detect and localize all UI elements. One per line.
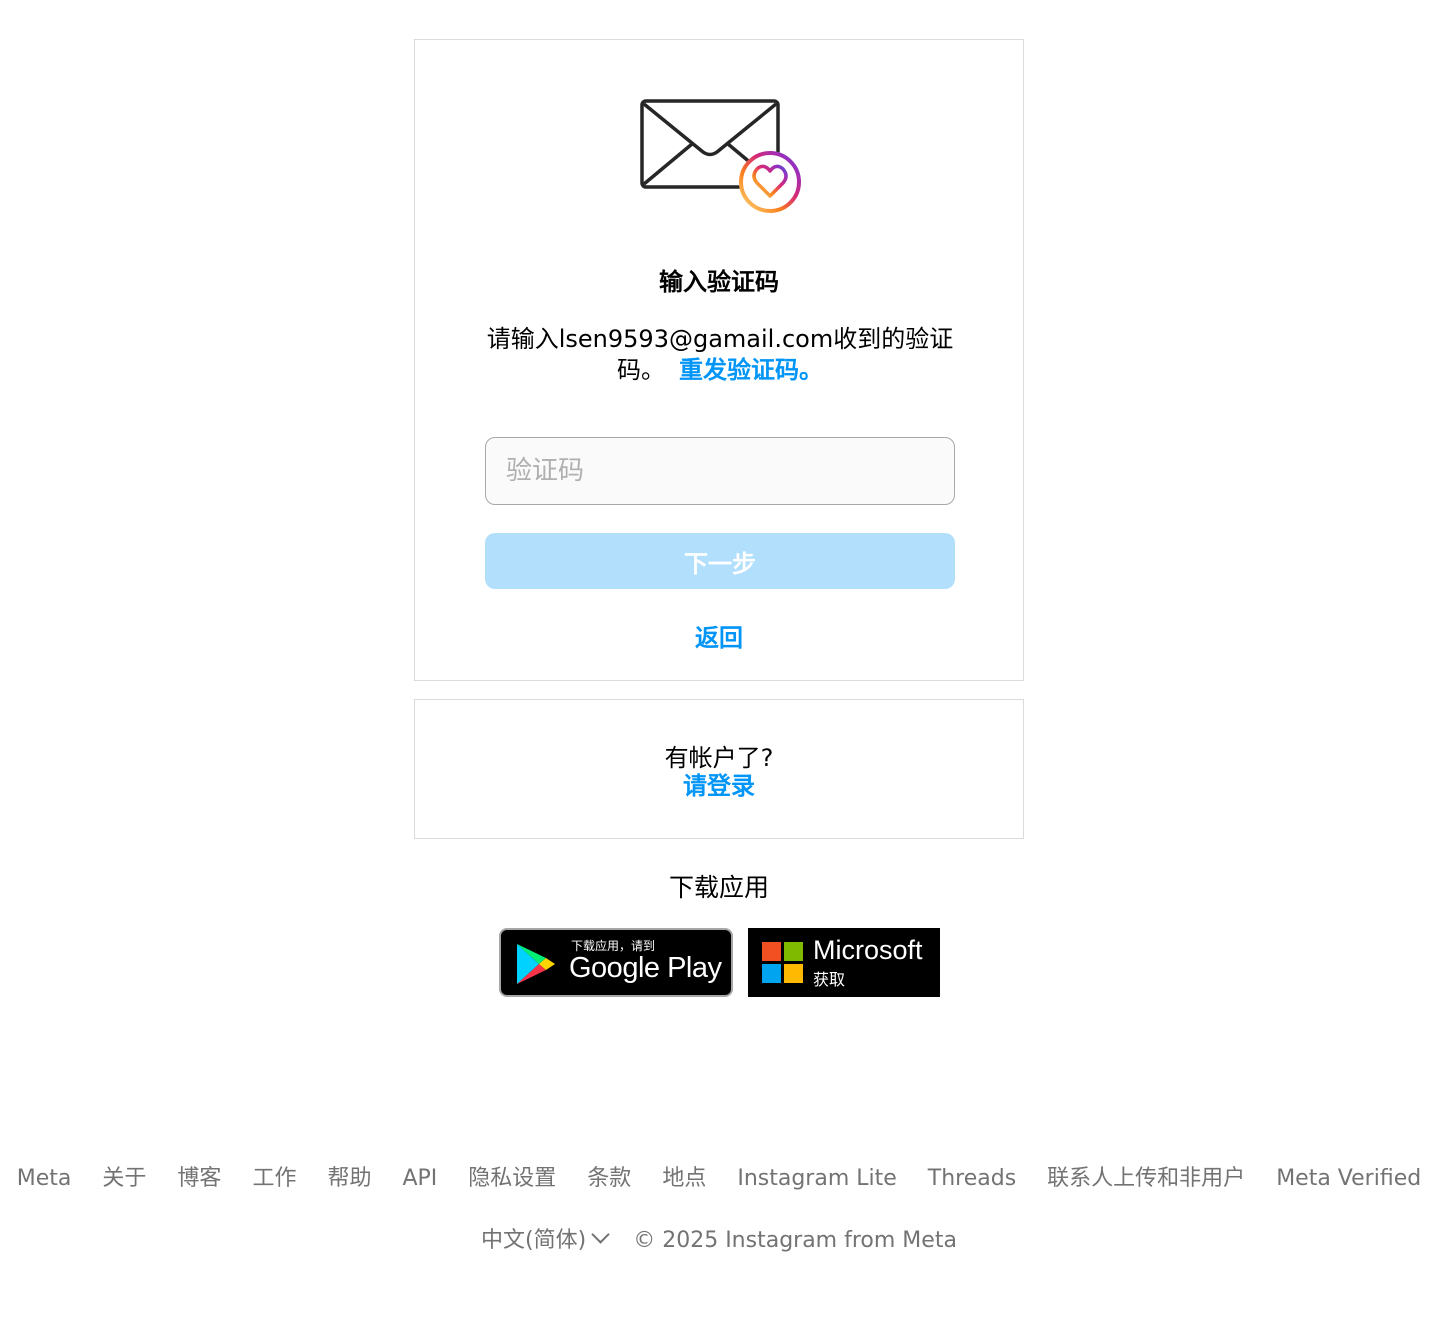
resend-code-link[interactable]: 重发验证码。 — [679, 356, 823, 384]
login-card: 有帐户了? 请登录 — [414, 699, 1024, 839]
footer-link-threads[interactable]: Threads — [928, 1166, 1016, 1191]
login-prompt: 有帐户了? 请登录 — [415, 744, 1023, 800]
page-title: 输入验证码 — [659, 268, 779, 296]
microsoft-small-text: 获取 — [813, 970, 846, 989]
footer-link-help[interactable]: 帮助 — [327, 1166, 371, 1191]
page: 输入验证码 请输入lsen9593@gamail.com收到的验证码。 重发验证码… — [0, 0, 1438, 1336]
footer-bottom: 中文(简体) © 2025 Instagram from Meta — [0, 1222, 1438, 1254]
footer-link-meta-verified[interactable]: Meta Verified — [1276, 1166, 1421, 1191]
verification-code-input[interactable] — [485, 437, 955, 505]
language-selector[interactable]: 中文(简体) — [481, 1225, 610, 1253]
footer-link-locations[interactable]: 地点 — [662, 1166, 706, 1191]
microsoft-logo-icon — [762, 942, 803, 983]
language-label: 中文(简体) — [481, 1228, 587, 1253]
login-prompt-text: 有帐户了? — [664, 744, 774, 772]
download-title: 下载应用 — [668, 873, 769, 902]
google-play-badge[interactable]: 下载应用，请到 Google Play — [499, 928, 733, 997]
google-play-icon — [517, 944, 555, 984]
copyright: © 2025 Instagram from Meta — [633, 1228, 957, 1253]
footer-link-blog[interactable]: 博客 — [177, 1166, 221, 1191]
back-link[interactable]: 返回 — [415, 618, 1023, 653]
google-play-big-text: Google Play — [569, 952, 722, 984]
description: 请输入lsen9593@gamail.com收到的验证码。 重发验证码。 — [479, 324, 961, 386]
next-button[interactable]: 下一步 — [485, 533, 955, 589]
chevron-down-icon — [591, 1225, 610, 1244]
footer-link-privacy[interactable]: 隐私设置 — [468, 1166, 556, 1191]
verification-card: 输入验证码 请输入lsen9593@gamail.com收到的验证码。 重发验证码… — [414, 39, 1024, 681]
microsoft-badge[interactable]: Microsoft 获取 — [748, 928, 940, 997]
footer-link-api[interactable]: API — [402, 1166, 437, 1191]
footer-link-about[interactable]: 关于 — [102, 1166, 146, 1191]
microsoft-big-text: Microsoft — [813, 935, 923, 965]
login-link[interactable]: 请登录 — [415, 772, 1023, 800]
footer-link-contact-uploading[interactable]: 联系人上传和非用户 — [1047, 1166, 1245, 1191]
footer-link-meta[interactable]: Meta — [17, 1166, 72, 1191]
footer-link-terms[interactable]: 条款 — [587, 1166, 631, 1191]
footer-link-jobs[interactable]: 工作 — [252, 1166, 296, 1191]
footer-links: Meta 关于 博客 工作 帮助 API 隐私设置 条款 地点 Instagra… — [0, 1160, 1438, 1192]
envelope-heart-icon — [637, 96, 807, 218]
footer-link-instagram-lite[interactable]: Instagram Lite — [737, 1166, 896, 1191]
